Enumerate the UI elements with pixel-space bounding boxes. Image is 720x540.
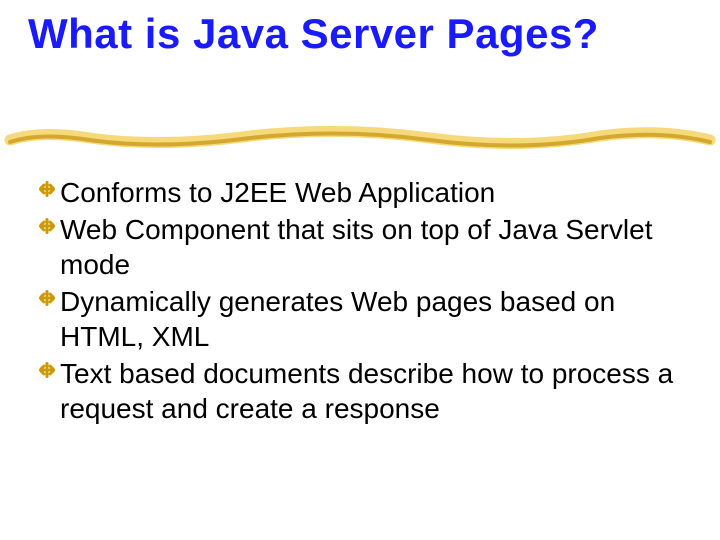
flower-bullet-icon [38, 175, 60, 203]
flower-bullet-icon [38, 284, 60, 312]
list-item: Dynamically generates Web pages based on… [38, 284, 678, 354]
bullet-text: Web Component that sits on top of Java S… [60, 212, 678, 282]
bullet-text: Dynamically generates Web pages based on… [60, 284, 678, 354]
list-item: Conforms to J2EE Web Application [38, 175, 678, 210]
title-underline [0, 120, 720, 160]
flower-bullet-icon [38, 212, 60, 240]
list-item: Text based documents describe how to pro… [38, 356, 678, 426]
bullet-list: Conforms to J2EE Web Application Web Com… [38, 175, 678, 428]
list-item: Web Component that sits on top of Java S… [38, 212, 678, 282]
bullet-text: Conforms to J2EE Web Application [60, 175, 495, 210]
page-title: What is Java Server Pages? [0, 0, 720, 56]
bullet-text: Text based documents describe how to pro… [60, 356, 678, 426]
flower-bullet-icon [38, 356, 60, 384]
